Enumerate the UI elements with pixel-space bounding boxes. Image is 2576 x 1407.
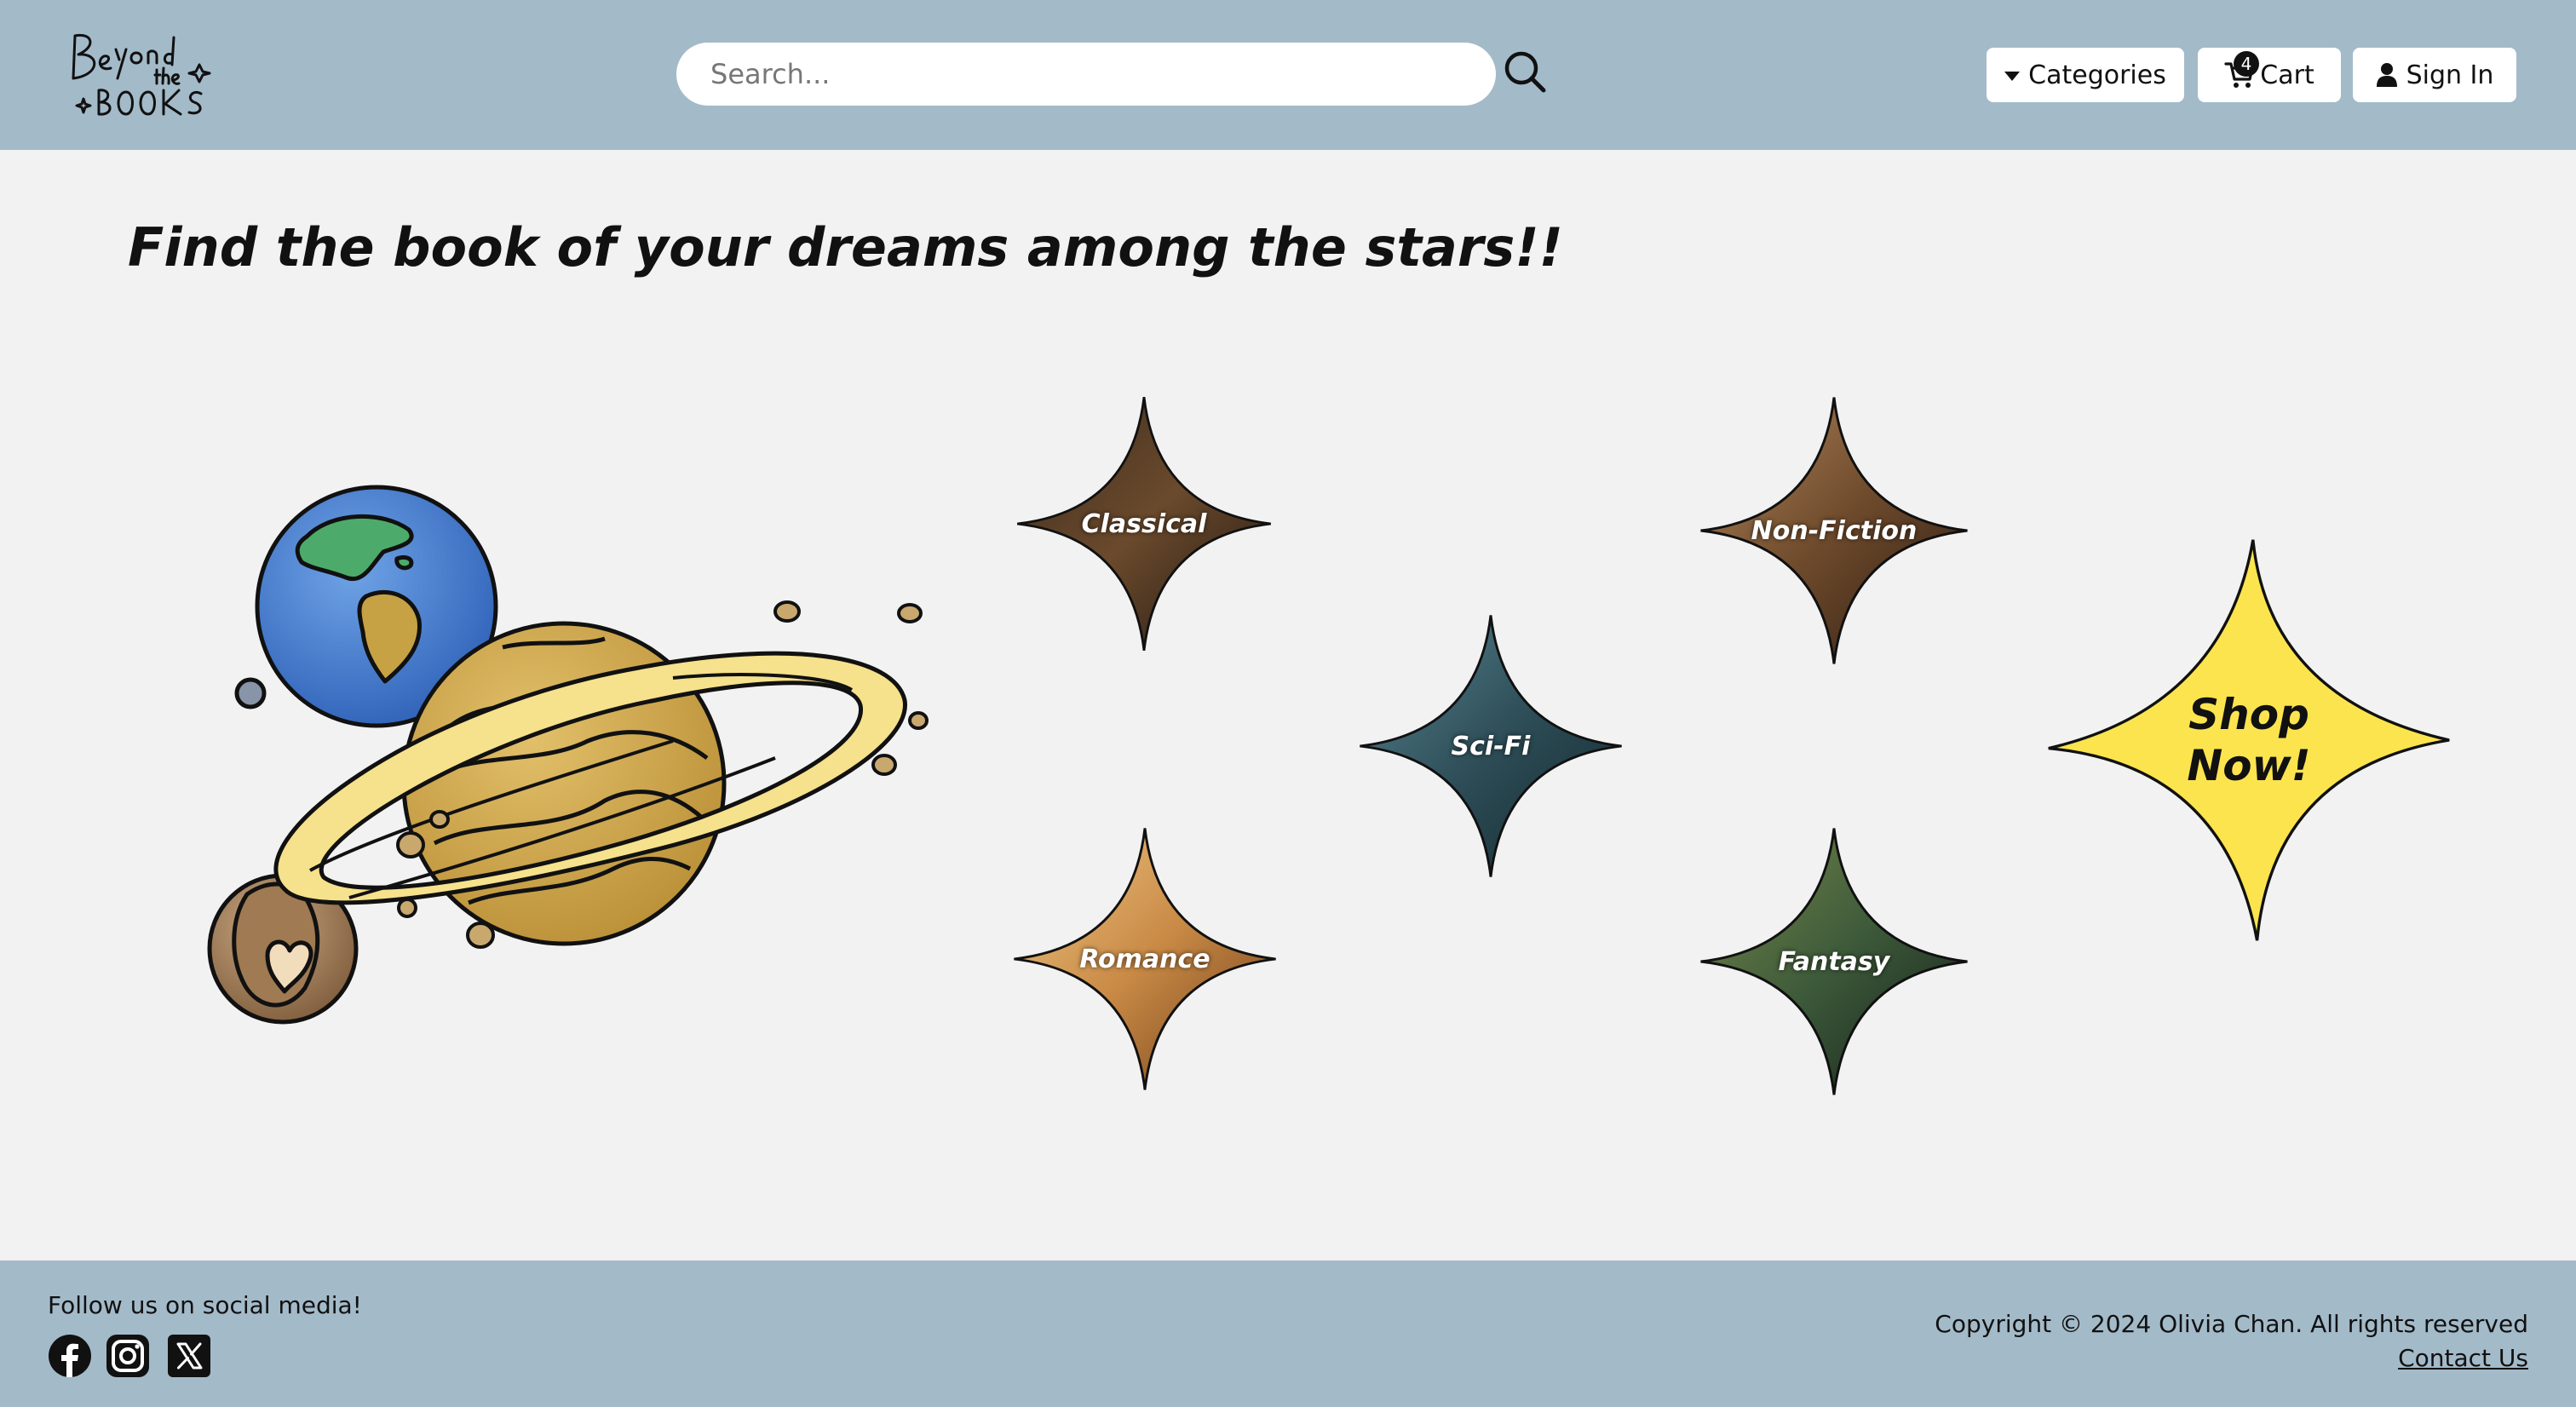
search-bar bbox=[676, 43, 1496, 106]
non-fiction-label: Non-Fiction bbox=[1751, 515, 1918, 546]
search-input[interactable] bbox=[710, 43, 1460, 106]
category-star-romance[interactable]: Romance bbox=[1009, 823, 1281, 1095]
beyond-the-books-logo[interactable] bbox=[66, 26, 228, 121]
cart-button[interactable]: 4 Cart bbox=[2198, 48, 2341, 102]
copyright-text: Copyright © 2024 Olivia Chan. All rights… bbox=[1935, 1310, 2528, 1338]
caret-down-icon bbox=[2004, 72, 2021, 81]
contact-us-link[interactable]: Contact Us bbox=[2398, 1344, 2528, 1372]
site-footer: Follow us on social media! Copyright © 2… bbox=[0, 1261, 2576, 1407]
planets-illustration bbox=[207, 485, 929, 1025]
cart-count-badge: 4 bbox=[2234, 51, 2259, 77]
facebook-icon[interactable] bbox=[48, 1334, 92, 1378]
sign-in-button[interactable]: Sign In bbox=[2353, 48, 2516, 102]
instagram-icon[interactable] bbox=[106, 1334, 150, 1378]
shop-now-star-button[interactable]: Shop Now! bbox=[2044, 533, 2453, 947]
user-icon bbox=[2376, 63, 2397, 87]
classical-label: Classical bbox=[1081, 508, 1207, 539]
follow-text: Follow us on social media! bbox=[48, 1291, 362, 1319]
category-star-non-fiction[interactable]: Non-Fiction bbox=[1695, 392, 1973, 669]
shop-now-label: Shop Now! bbox=[2187, 690, 2311, 790]
categories-label: Categories bbox=[2028, 60, 2166, 90]
cart-label: Cart bbox=[2260, 60, 2314, 90]
site-header: Categories 4 Cart Sign In bbox=[0, 0, 2576, 150]
search-icon[interactable] bbox=[1503, 49, 1549, 95]
page-headline: Find the book of your dreams among the s… bbox=[128, 216, 1563, 279]
x-icon[interactable] bbox=[167, 1334, 211, 1378]
category-star-fantasy[interactable]: Fantasy bbox=[1695, 823, 1973, 1100]
sci-fi-label: Sci-Fi bbox=[1451, 731, 1531, 761]
categories-button[interactable]: Categories bbox=[1987, 48, 2184, 102]
sign-in-label: Sign In bbox=[2406, 60, 2494, 90]
category-star-sci-fi[interactable]: Sci-Fi bbox=[1354, 610, 1627, 882]
tiny-moon bbox=[234, 677, 267, 709]
romance-label: Romance bbox=[1079, 944, 1210, 974]
category-star-classical[interactable]: Classical bbox=[1012, 392, 1276, 656]
fantasy-label: Fantasy bbox=[1778, 946, 1890, 977]
